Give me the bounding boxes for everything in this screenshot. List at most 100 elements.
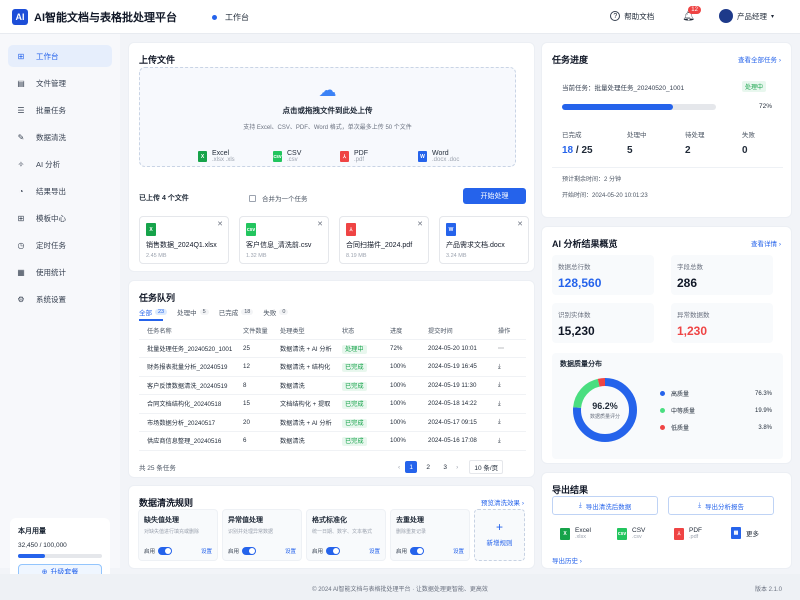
- download-icon[interactable]: ⤓: [498, 363, 501, 370]
- notification-button[interactable]: 🔔︎ 12: [682, 5, 701, 22]
- table-row[interactable]: 财务报表批量分析_20240519 12 数据清洗 + 结构化 已完成 100% 2024…: [139, 357, 526, 377]
- table-cell: 市场数据分析_20240517: [139, 413, 243, 432]
- rule-desc: 统一日期、数字、文本格式: [312, 529, 373, 535]
- remove-file-icon[interactable]: ✕: [417, 220, 423, 228]
- breadcrumb-dot-icon: [212, 15, 217, 20]
- table-row[interactable]: 合同文档结构化_20240518 15 文档结构化 + 提取 已完成 100% 2024-…: [139, 394, 526, 414]
- rule-settings-link[interactable]: 设置: [369, 547, 380, 555]
- rules-title: 数据清洗规则: [139, 498, 194, 508]
- table-row[interactable]: 供应商信息整理_20240516 6 数据清洗 已完成 100% 2024-05-16 1…: [139, 431, 526, 451]
- help-docs-link[interactable]: ? 帮助文档: [610, 11, 654, 22]
- enable-toggle[interactable]: [410, 547, 425, 555]
- export-report-button[interactable]: ⤓ 导出分析报告: [668, 496, 774, 515]
- progress-bar-fill: [562, 104, 673, 110]
- sidebar-item-8[interactable]: ▦ 使用统计: [8, 261, 112, 283]
- per-page-select[interactable]: 10 条/页: [469, 460, 504, 474]
- page-button-2[interactable]: 3: [439, 461, 451, 473]
- table-cell[interactable]: ⤓: [498, 394, 526, 414]
- file-type-icon: X: [146, 223, 156, 236]
- export-format-1[interactable]: csv CSV .csv: [617, 527, 645, 540]
- user-menu[interactable]: 产品经理 ▾: [718, 9, 774, 23]
- rule-card[interactable]: 缺失值处理 对缺失值进行填充或删除 启用 设置: [138, 509, 218, 561]
- uploaded-file-card[interactable]: X ✕ 销售数据_2024Q1.xlsx 2.45 MB: [139, 216, 229, 264]
- file-type-icon: ▦: [731, 527, 741, 539]
- table-cell[interactable]: ⤓: [498, 376, 526, 395]
- remove-file-icon[interactable]: ✕: [517, 220, 523, 228]
- table-cell: 数据清洗 + AI 分析: [280, 413, 342, 432]
- sidebar-item-5[interactable]: ◔ 结果导出: [8, 180, 112, 202]
- preview-cleaning-link[interactable]: 预览清洗效果 ›: [481, 497, 524, 507]
- checkbox-icon: [249, 194, 256, 202]
- legend-value: 19.9%: [754, 407, 772, 414]
- table-cell[interactable]: ⋯: [498, 339, 526, 358]
- sidebar-item-2[interactable]: ☰ 批量任务: [8, 99, 112, 121]
- more-icon[interactable]: ⋯: [498, 345, 504, 352]
- uploaded-file-card[interactable]: ⅄ ✕ 合同扫描件_2024.pdf 8.19 MB: [339, 216, 429, 264]
- table-cell[interactable]: ⤓: [498, 431, 526, 451]
- export-history-link[interactable]: 导出历史 ›: [552, 555, 582, 565]
- view-details-link[interactable]: 查看详情 ›: [751, 238, 781, 248]
- export-format-3[interactable]: ▦ 更多: [731, 527, 759, 539]
- legend-label: 中等质量: [671, 409, 696, 415]
- sidebar-item-0[interactable]: ⊞ 工作台: [8, 45, 112, 67]
- file-name: 销售数据_2024Q1.xlsx: [146, 242, 217, 249]
- enable-toggle[interactable]: [326, 547, 341, 555]
- rule-settings-link[interactable]: 设置: [201, 547, 212, 555]
- sidebar-item-4[interactable]: ✧ AI 分析: [8, 153, 112, 175]
- sidebar-item-7[interactable]: ◷ 定时任务: [8, 234, 112, 256]
- sidebar-item-label: AI 分析: [36, 159, 61, 169]
- download-icon[interactable]: ⤓: [498, 381, 501, 388]
- export-format-2[interactable]: ⅄ PDF .pdf: [674, 527, 702, 540]
- enable-toggle[interactable]: [158, 547, 173, 555]
- download-icon[interactable]: ⤓: [498, 418, 501, 425]
- sidebar-item-6[interactable]: ⊞ 模板中心: [8, 207, 112, 229]
- export-data-button[interactable]: ⤓ 导出清洗后数据: [552, 496, 658, 515]
- next-page-icon[interactable]: ›: [456, 464, 458, 471]
- new-rule-button[interactable]: + 新增规则: [474, 509, 525, 561]
- export-format-0[interactable]: X Excel .xlsx: [560, 527, 591, 540]
- download-icon[interactable]: ⤓: [498, 400, 501, 407]
- table-row[interactable]: 批量处理任务_20240520_1001 25 数据清洗 + AI 分析 处理中 72%…: [139, 339, 526, 358]
- sidebar-item-3[interactable]: ✎ 数据清洗: [8, 126, 112, 148]
- prev-page-icon[interactable]: ‹: [398, 464, 400, 471]
- format-name: Word: [432, 150, 449, 157]
- merge-checkbox[interactable]: 合并为一个任务: [249, 193, 308, 203]
- upload-dropzone[interactable]: ☁ 点击或拖拽文件到此处上传 支持 Excel、CSV、PDF、Word 格式，…: [139, 67, 516, 167]
- uploaded-file-card[interactable]: csv ✕ 客户信息_清洗前.csv 1.32 MB: [239, 216, 329, 264]
- sidebar-item-icon: ⊞: [17, 213, 25, 223]
- current-task-label: 当前任务：: [562, 85, 595, 92]
- table-row[interactable]: 市场数据分析_20240517 20 数据清洗 + AI 分析 已完成 100% 2024…: [139, 413, 526, 432]
- page-button-1[interactable]: 2: [422, 461, 434, 473]
- rule-footer: 启用 设置: [144, 547, 212, 555]
- table-cell[interactable]: ⤓: [498, 357, 526, 377]
- remove-file-icon[interactable]: ✕: [217, 220, 223, 228]
- rule-settings-link[interactable]: 设置: [285, 547, 296, 555]
- rule-card[interactable]: 格式标准化 统一日期、数字、文本格式 启用 设置: [306, 509, 386, 561]
- remove-file-icon[interactable]: ✕: [317, 220, 323, 228]
- rule-settings-link[interactable]: 设置: [453, 547, 464, 555]
- legend-item: 高质量 76.3%: [660, 389, 772, 398]
- rule-card[interactable]: 异常值处理 识别并处理异常数据 启用 设置: [222, 509, 302, 561]
- cell-text: 客户反馈数据清洗_20240519: [147, 382, 228, 390]
- queue-tab-0[interactable]: 全部 23: [139, 307, 168, 317]
- sidebar-item-1[interactable]: ▤ 文件管理: [8, 72, 112, 94]
- page-button-0[interactable]: 1: [405, 461, 418, 473]
- queue-tab-1[interactable]: 处理中 5: [177, 307, 209, 317]
- sidebar-item-icon: ▤: [17, 78, 25, 88]
- rule-card[interactable]: 去重处理 删除重复记录 启用 设置: [390, 509, 470, 561]
- format-text: Excel .xlsx .xls: [212, 150, 235, 163]
- sidebar-item-9[interactable]: ⚙ 系统设置: [8, 288, 112, 310]
- sidebar-item-icon: ⊞: [17, 51, 25, 61]
- queue-tab-2[interactable]: 已完成 18: [219, 307, 254, 317]
- export-format-text: Excel .xlsx: [575, 527, 591, 540]
- enable-toggle[interactable]: [242, 547, 257, 555]
- start-process-button[interactable]: 开始处理: [463, 188, 526, 204]
- view-all-tasks-link[interactable]: 查看全部任务 ›: [738, 54, 781, 64]
- sidebar-item-icon: ◔: [18, 186, 24, 196]
- uploaded-file-card[interactable]: W ✕ 产品需求文档.docx 3.24 MB: [439, 216, 529, 264]
- queue-tab-3[interactable]: 失败 0: [263, 307, 289, 317]
- table-row[interactable]: 客户反馈数据清洗_20240519 8 数据清洗 已完成 100% 2024-05-19 …: [139, 376, 526, 395]
- download-icon[interactable]: ⤓: [498, 437, 501, 444]
- cell-text: 25: [243, 344, 250, 352]
- table-cell[interactable]: ⤓: [498, 413, 526, 432]
